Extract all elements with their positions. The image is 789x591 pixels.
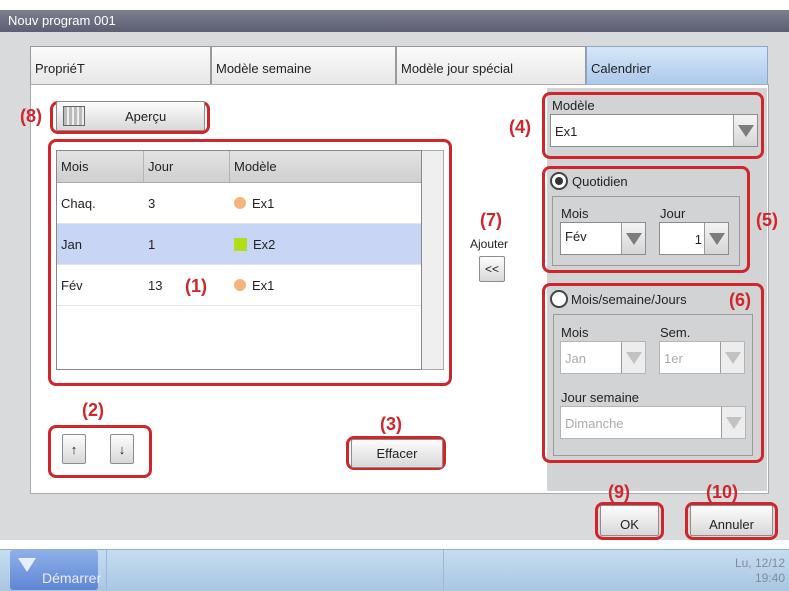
dropdown-arrow-icon bbox=[720, 342, 744, 373]
cell-model: Ex1 bbox=[230, 196, 421, 211]
cell-model: Ex1 bbox=[230, 278, 421, 293]
cell-model-label: Ex1 bbox=[252, 277, 275, 293]
weekly-radio[interactable]: Mois/semaine/Jours bbox=[550, 290, 687, 308]
dropdown-arrow-icon bbox=[621, 223, 645, 254]
taskbar-slot[interactable] bbox=[106, 550, 444, 590]
header-model[interactable]: Modèle bbox=[230, 159, 421, 174]
delete-button[interactable]: Effacer bbox=[351, 439, 443, 468]
weekly-label: Mois/semaine/Jours bbox=[571, 291, 687, 307]
move-down-button[interactable]: ↓ bbox=[110, 434, 134, 464]
callout-9: (9) bbox=[608, 482, 630, 502]
add-label: Ajouter bbox=[470, 237, 509, 251]
radio-selected-icon bbox=[550, 172, 568, 190]
dropdown-arrow-icon bbox=[721, 407, 745, 438]
move-up-button[interactable]: ↑ bbox=[62, 434, 86, 464]
taskbar-clock: Lu, 12/12 19:40 bbox=[735, 556, 785, 586]
daily-day-label: Jour bbox=[660, 206, 686, 221]
cell-model-label: Ex1 bbox=[252, 195, 275, 211]
callout-8: (8) bbox=[20, 106, 42, 126]
tab-properties[interactable]: PropriéT bbox=[30, 46, 211, 84]
weekly-weekday-select[interactable]: Dimanche bbox=[560, 406, 746, 439]
callout-2: (2) bbox=[82, 400, 104, 420]
callout-1: (1) bbox=[185, 276, 207, 296]
ok-button[interactable]: OK bbox=[600, 505, 659, 536]
model-select[interactable]: Ex1 bbox=[550, 114, 758, 147]
cell-month: Jan bbox=[61, 236, 82, 252]
dropdown-arrow-icon bbox=[704, 223, 728, 254]
cancel-button[interactable]: Annuler bbox=[690, 505, 773, 536]
cell-month: Chaq. bbox=[61, 195, 96, 211]
dropdown-arrow-icon bbox=[621, 342, 645, 373]
callout-4: (4) bbox=[509, 117, 531, 137]
square-marker-icon bbox=[234, 237, 247, 251]
daily-radio[interactable]: Quotidien bbox=[550, 172, 628, 190]
header-model-label: Modèle bbox=[234, 159, 277, 174]
daily-day-value: 1 bbox=[694, 232, 702, 247]
callout-3: (3) bbox=[380, 414, 402, 434]
table-scrollbar[interactable] bbox=[422, 150, 444, 370]
callout-10: (10) bbox=[706, 482, 739, 502]
tab-label: PropriéT bbox=[35, 61, 85, 76]
callout-7: (7) bbox=[480, 210, 502, 230]
start-button[interactable]: Démarrer bbox=[10, 550, 102, 590]
calendar-icon bbox=[63, 106, 85, 126]
circle-marker-icon bbox=[234, 279, 246, 291]
tab-special-day-model[interactable]: Modèle jour spécial bbox=[396, 46, 586, 84]
preview-button-label: Aperçu bbox=[125, 108, 167, 124]
tab-calendar[interactable]: Calendrier bbox=[586, 46, 768, 86]
start-label: Démarrer bbox=[42, 570, 102, 586]
cell-month: Fév bbox=[61, 277, 83, 293]
cell-day: 3 bbox=[148, 195, 156, 211]
cell-day: 1 bbox=[148, 236, 156, 252]
weekly-weekday-label: Jour semaine bbox=[561, 390, 640, 405]
tab-label: Modèle semaine bbox=[216, 61, 312, 76]
table-row-selected[interactable]: Jan 1 Ex2 bbox=[57, 224, 421, 265]
header-day[interactable]: Jour bbox=[144, 151, 230, 182]
daily-month-select[interactable]: Fév bbox=[560, 222, 646, 255]
radio-unselected-icon bbox=[550, 290, 568, 308]
model-label: Modèle bbox=[552, 98, 595, 113]
dropdown-arrow-icon bbox=[733, 115, 757, 146]
cell-model: Ex2 bbox=[230, 237, 421, 252]
weekly-week-label: Sem. bbox=[660, 325, 691, 340]
tab-label: Calendrier bbox=[591, 61, 651, 76]
window-title: Nouv program 001 bbox=[8, 13, 116, 28]
down-arrow-icon bbox=[18, 558, 36, 572]
window-title-bar: Nouv program 001 bbox=[0, 10, 789, 32]
weekly-weekday-value: Dimanche bbox=[565, 416, 624, 431]
cell-model-label: Ex2 bbox=[253, 236, 276, 252]
clock-time: 19:40 bbox=[754, 571, 785, 585]
calendar-table: Mois Jour Modèle Chaq. 3 Ex1 Jan 1 Ex2 F… bbox=[56, 150, 422, 370]
table-row[interactable]: Fév 13 Ex1 bbox=[57, 265, 421, 306]
weekly-week-value: 1er bbox=[664, 351, 683, 366]
daily-day-select[interactable]: 1 bbox=[659, 222, 729, 255]
table-header: Mois Jour Modèle bbox=[57, 151, 421, 183]
model-value: Ex1 bbox=[555, 124, 578, 139]
weekly-month-select[interactable]: Jan bbox=[560, 341, 646, 374]
daily-month-label: Mois bbox=[561, 206, 589, 221]
preview-button[interactable]: Aperçu bbox=[56, 101, 205, 131]
circle-marker-icon bbox=[234, 197, 246, 209]
weekly-month-label: Mois bbox=[561, 325, 589, 340]
weekly-month-value: Jan bbox=[565, 351, 586, 366]
weekly-week-select[interactable]: 1er bbox=[659, 341, 745, 374]
table-row[interactable]: Chaq. 3 Ex1 bbox=[57, 183, 421, 224]
callout-5: (5) bbox=[756, 210, 778, 230]
add-button[interactable]: << bbox=[479, 256, 505, 282]
header-month[interactable]: Mois bbox=[57, 151, 144, 182]
tab-label: Modèle jour spécial bbox=[401, 61, 514, 76]
daily-month-value: Fév bbox=[565, 229, 587, 244]
tab-week-model[interactable]: Modèle semaine bbox=[211, 46, 396, 84]
clock-date: Lu, 12/12 bbox=[734, 556, 785, 570]
daily-label: Quotidien bbox=[572, 173, 628, 189]
